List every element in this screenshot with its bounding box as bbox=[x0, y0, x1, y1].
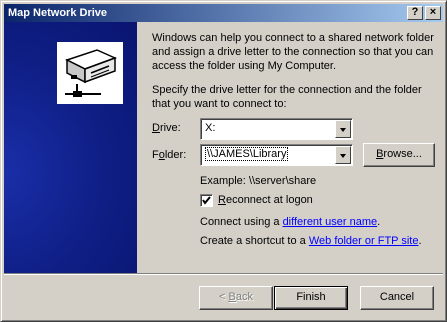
network-drive-icon bbox=[57, 42, 123, 104]
drive-select[interactable]: X: bbox=[200, 118, 353, 140]
back-button[interactable]: < Back bbox=[199, 286, 273, 310]
shortcut-text: Create a shortcut to a Web folder or FTP… bbox=[200, 235, 422, 247]
help-button[interactable]: ? bbox=[407, 6, 423, 20]
folder-label: Folder: bbox=[152, 149, 187, 161]
side-panel bbox=[4, 22, 137, 273]
folder-value: \\JAMES\Library bbox=[205, 147, 289, 161]
web-folder-link[interactable]: Web folder or FTP site bbox=[309, 235, 419, 247]
drive-value: X: bbox=[205, 122, 216, 134]
instruction-line-1: Specify the drive letter for the connect… bbox=[152, 84, 422, 96]
reconnect-label[interactable]: Reconnect at logon bbox=[218, 194, 313, 206]
connect-using-text: Connect using a different user name. bbox=[200, 216, 381, 228]
folder-dropdown-button[interactable] bbox=[335, 146, 351, 164]
close-button[interactable]: × bbox=[425, 6, 441, 20]
intro-line-1: Windows can help you connect to a shared… bbox=[152, 32, 434, 44]
window-title: Map Network Drive bbox=[8, 7, 108, 19]
map-network-drive-dialog: Map Network Drive ? × Windows can help y… bbox=[0, 0, 447, 322]
title-bar[interactable]: Map Network Drive ? × bbox=[4, 4, 443, 22]
reconnect-checkbox[interactable] bbox=[200, 194, 213, 207]
example-text: Example: \\server\share bbox=[200, 175, 317, 187]
different-user-name-link[interactable]: different user name bbox=[283, 216, 378, 228]
intro-line-3: access the folder using My Computer. bbox=[152, 60, 337, 72]
instruction-line-2: that you want to connect to: bbox=[152, 98, 287, 110]
browse-button[interactable]: Browse... bbox=[363, 143, 435, 167]
checkmark-icon bbox=[202, 196, 211, 205]
drive-dropdown-button[interactable] bbox=[335, 120, 351, 138]
cancel-button[interactable]: Cancel bbox=[360, 286, 434, 310]
intro-line-2: and assign a drive letter to the connect… bbox=[152, 46, 434, 58]
drive-label: Drive: bbox=[152, 122, 181, 134]
bottom-separator bbox=[4, 273, 443, 275]
finish-button[interactable]: Finish bbox=[274, 286, 348, 310]
folder-combobox[interactable]: \\JAMES\Library bbox=[200, 144, 353, 166]
